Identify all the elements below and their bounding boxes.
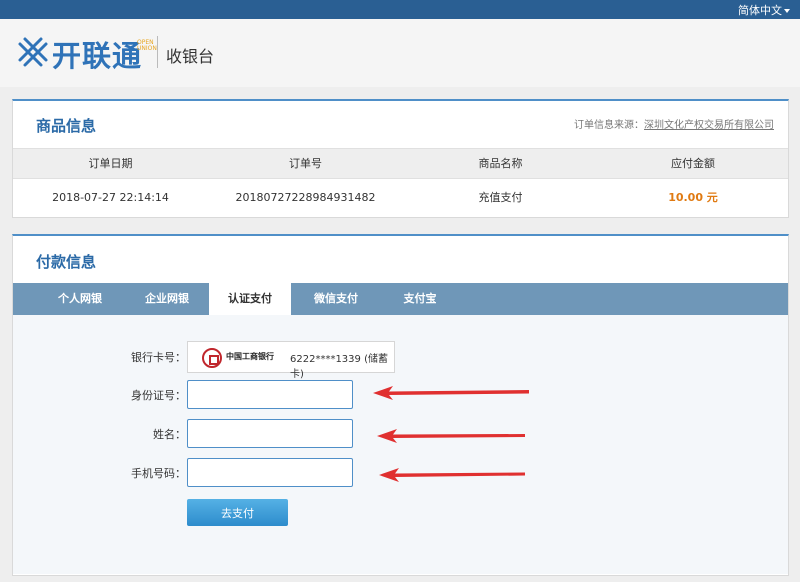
bank-card-display[interactable]: 中国工商银行 6222****1339 (储蓄卡) bbox=[187, 341, 395, 380]
amount-due: 10.00 元 bbox=[668, 191, 718, 204]
header: 开联通 OPEN UNION 收银台 bbox=[0, 19, 800, 87]
card-number-label: 银行卡号： bbox=[131, 351, 186, 364]
tab-alipay[interactable]: 支付宝 bbox=[381, 283, 459, 315]
column-header-date: 订单日期 bbox=[88, 157, 133, 170]
order-number: 20180727228984931482 bbox=[235, 191, 376, 204]
go-pay-button[interactable]: 去支付 bbox=[187, 499, 288, 526]
tab-wechat-pay[interactable]: 微信支付 bbox=[291, 283, 381, 315]
icbc-logo-icon bbox=[202, 348, 222, 368]
order-source-link[interactable]: 深圳文化产权交易所有限公司 bbox=[644, 120, 774, 131]
red-arrow-annotation bbox=[373, 386, 529, 400]
payment-info-panel: 付款信息 个人网银 企业网银 认证支付 微信支付 支付宝 银行卡号： 中国工商银… bbox=[12, 234, 789, 576]
logo-text: 开联通 bbox=[52, 39, 143, 73]
header-divider bbox=[157, 36, 158, 68]
page-title: 收银台 bbox=[166, 47, 215, 66]
column-header-amount: 应付金额 bbox=[671, 157, 715, 170]
id-number-input[interactable] bbox=[187, 380, 353, 409]
red-arrow-annotation bbox=[379, 468, 525, 482]
order-source: 订单信息来源：深圳文化产权交易所有限公司 bbox=[574, 116, 774, 131]
top-bar: 简体中文 bbox=[0, 0, 800, 19]
product-name: 充值支付 bbox=[478, 191, 523, 204]
bank-name: 中国工商银行 bbox=[226, 352, 274, 361]
logo-subtext: OPEN UNION bbox=[137, 39, 157, 52]
order-source-label: 订单信息来源： bbox=[574, 120, 644, 131]
column-header-order-no: 订单号 bbox=[289, 157, 322, 170]
name-label: 姓名： bbox=[153, 428, 186, 441]
red-arrow-annotation bbox=[377, 429, 525, 443]
kailiantong-logo-icon bbox=[18, 37, 48, 67]
chevron-down-icon bbox=[784, 9, 790, 13]
goods-info-title: 商品信息 bbox=[36, 117, 97, 135]
goods-table-header: 订单日期 订单号 商品名称 应付金额 bbox=[13, 148, 788, 179]
masked-card-number: 6222****1339 (储蓄卡) bbox=[290, 354, 388, 380]
name-input[interactable] bbox=[187, 419, 353, 448]
phone-number-label: 手机号码： bbox=[131, 467, 186, 480]
table-row: 2018-07-27 22:14:14 20180727228984931482… bbox=[13, 179, 788, 217]
goods-info-panel: 商品信息 订单信息来源：深圳文化产权交易所有限公司 订单日期 订单号 商品名称 … bbox=[12, 99, 789, 218]
payment-tabs: 个人网银 企业网银 认证支付 微信支付 支付宝 bbox=[13, 283, 788, 317]
tab-personal-banking[interactable]: 个人网银 bbox=[35, 283, 125, 315]
payment-info-title: 付款信息 bbox=[36, 253, 97, 271]
tab-enterprise-banking[interactable]: 企业网银 bbox=[125, 283, 209, 315]
language-label: 简体中文 bbox=[738, 4, 782, 17]
language-selector[interactable]: 简体中文 bbox=[738, 2, 790, 18]
column-header-product: 商品名称 bbox=[478, 157, 523, 170]
id-number-label: 身份证号： bbox=[131, 389, 186, 402]
tab-certified-payment[interactable]: 认证支付 bbox=[209, 283, 291, 317]
order-date: 2018-07-27 22:14:14 bbox=[52, 191, 169, 204]
phone-number-input[interactable] bbox=[187, 458, 353, 487]
payment-form: 银行卡号： 中国工商银行 6222****1339 (储蓄卡) 身份证号： 姓名… bbox=[13, 315, 788, 574]
